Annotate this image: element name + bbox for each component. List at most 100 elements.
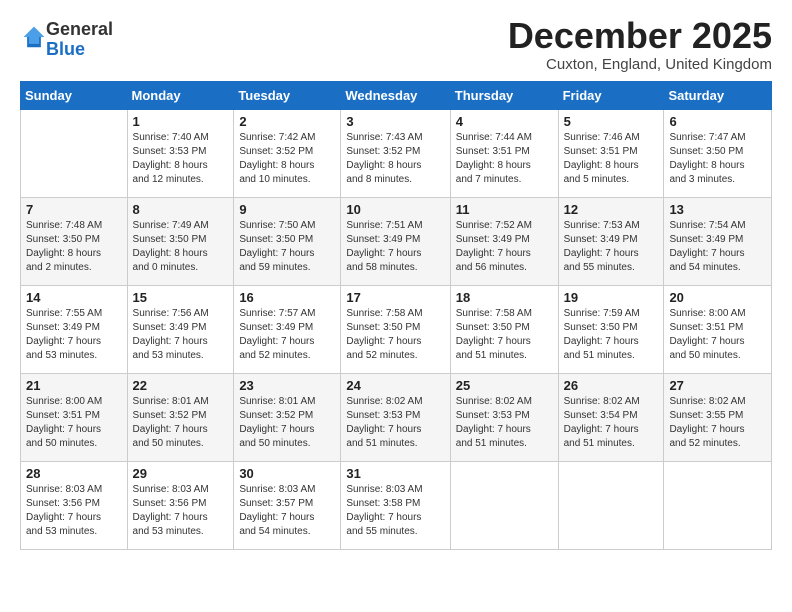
logo-general-text: General bbox=[46, 19, 113, 39]
table-row: 24 Sunrise: 8:02 AM Sunset: 3:53 PM Dayli… bbox=[341, 373, 450, 461]
calendar-table: Sunday Monday Tuesday Wednesday Thursday… bbox=[20, 81, 772, 550]
table-row: 7Sunrise: 7:48 AM Sunset: 3:50 PM Daylig… bbox=[21, 197, 128, 285]
day-info: Sunrise: 8:03 AM Sunset: 3:57 PM Dayligh… bbox=[239, 483, 335, 539]
day-number: 3 bbox=[346, 114, 444, 129]
table-row: 17 Sunrise: 7:58 AM Sunset: 3:50 PM Dayli… bbox=[341, 285, 450, 373]
table-row bbox=[558, 461, 664, 549]
table-row: 2 Sunrise: 7:42 AM Sunset: 3:52 PM Daylig… bbox=[234, 109, 341, 197]
day-number: 17 bbox=[346, 290, 444, 305]
day-number: 4 bbox=[456, 114, 553, 129]
col-monday: Monday bbox=[127, 81, 234, 109]
day-info: Sunrise: 8:02 AM Sunset: 3:54 PM Dayligh… bbox=[564, 395, 659, 451]
col-saturday: Saturday bbox=[664, 81, 772, 109]
table-row: 3Sunrise: 7:43 AM Sunset: 3:52 PM Daylig… bbox=[341, 109, 450, 197]
table-row: 27 Sunrise: 8:02 AM Sunset: 3:55 PM Dayli… bbox=[664, 373, 772, 461]
day-info: Sunrise: 7:48 AM Sunset: 3:50 PM Dayligh… bbox=[26, 219, 122, 275]
day-info: Sunrise: 7:58 AM Sunset: 3:50 PM Dayligh… bbox=[346, 307, 444, 363]
day-number: 23 bbox=[239, 378, 335, 393]
table-row: 29 Sunrise: 8:03 AM Sunset: 3:56 PM Dayli… bbox=[127, 461, 234, 549]
day-info: Sunrise: 7:51 AM Sunset: 3:49 PM Dayligh… bbox=[346, 219, 444, 275]
day-number: 24 bbox=[346, 378, 444, 393]
col-sunday: Sunday bbox=[21, 81, 128, 109]
logo-icon bbox=[22, 25, 46, 49]
day-number: 10 bbox=[346, 202, 444, 217]
day-number: 20 bbox=[669, 290, 766, 305]
calendar-week-row: 7Sunrise: 7:48 AM Sunset: 3:50 PM Daylig… bbox=[21, 197, 772, 285]
day-info: Sunrise: 7:46 AM Sunset: 3:51 PM Dayligh… bbox=[564, 131, 659, 187]
day-info: Sunrise: 7:49 AM Sunset: 3:50 PM Dayligh… bbox=[133, 219, 229, 275]
table-row: 8 Sunrise: 7:49 AM Sunset: 3:50 PM Daylig… bbox=[127, 197, 234, 285]
table-row: 16 Sunrise: 7:57 AM Sunset: 3:49 PM Dayli… bbox=[234, 285, 341, 373]
day-number: 19 bbox=[564, 290, 659, 305]
day-info: Sunrise: 7:59 AM Sunset: 3:50 PM Dayligh… bbox=[564, 307, 659, 363]
table-row: 10 Sunrise: 7:51 AM Sunset: 3:49 PM Dayli… bbox=[341, 197, 450, 285]
day-number: 26 bbox=[564, 378, 659, 393]
day-info: Sunrise: 7:44 AM Sunset: 3:51 PM Dayligh… bbox=[456, 131, 553, 187]
day-info: Sunrise: 7:47 AM Sunset: 3:50 PM Dayligh… bbox=[669, 131, 766, 187]
day-number: 12 bbox=[564, 202, 659, 217]
day-info: Sunrise: 7:57 AM Sunset: 3:49 PM Dayligh… bbox=[239, 307, 335, 363]
day-info: Sunrise: 8:03 AM Sunset: 3:56 PM Dayligh… bbox=[26, 483, 122, 539]
table-row: 4 Sunrise: 7:44 AM Sunset: 3:51 PM Daylig… bbox=[450, 109, 558, 197]
page-container: General Blue December 2025 Cuxton, Engla… bbox=[0, 0, 792, 560]
day-info: Sunrise: 8:01 AM Sunset: 3:52 PM Dayligh… bbox=[133, 395, 229, 451]
day-number: 18 bbox=[456, 290, 553, 305]
table-row: 31 Sunrise: 8:03 AM Sunset: 3:58 PM Dayli… bbox=[341, 461, 450, 549]
day-info: Sunrise: 7:52 AM Sunset: 3:49 PM Dayligh… bbox=[456, 219, 553, 275]
table-row: 9Sunrise: 7:50 AM Sunset: 3:50 PM Daylig… bbox=[234, 197, 341, 285]
day-info: Sunrise: 8:00 AM Sunset: 3:51 PM Dayligh… bbox=[669, 307, 766, 363]
table-row: 22Sunrise: 8:01 AM Sunset: 3:52 PM Dayli… bbox=[127, 373, 234, 461]
col-tuesday: Tuesday bbox=[234, 81, 341, 109]
day-number: 1 bbox=[133, 114, 229, 129]
day-info: Sunrise: 8:02 AM Sunset: 3:53 PM Dayligh… bbox=[456, 395, 553, 451]
day-info: Sunrise: 8:02 AM Sunset: 3:53 PM Dayligh… bbox=[346, 395, 444, 451]
day-number: 25 bbox=[456, 378, 553, 393]
day-info: Sunrise: 7:40 AM Sunset: 3:53 PM Dayligh… bbox=[133, 131, 229, 187]
table-row: 18 Sunrise: 7:58 AM Sunset: 3:50 PM Dayli… bbox=[450, 285, 558, 373]
day-number: 14 bbox=[26, 290, 122, 305]
day-number: 16 bbox=[239, 290, 335, 305]
table-row bbox=[21, 109, 128, 197]
day-info: Sunrise: 7:42 AM Sunset: 3:52 PM Dayligh… bbox=[239, 131, 335, 187]
table-row bbox=[450, 461, 558, 549]
table-row: 11Sunrise: 7:52 AM Sunset: 3:49 PM Dayli… bbox=[450, 197, 558, 285]
day-number: 27 bbox=[669, 378, 766, 393]
table-row: 15Sunrise: 7:56 AM Sunset: 3:49 PM Dayli… bbox=[127, 285, 234, 373]
table-row: 13 Sunrise: 7:54 AM Sunset: 3:49 PM Dayli… bbox=[664, 197, 772, 285]
day-number: 2 bbox=[239, 114, 335, 129]
col-thursday: Thursday bbox=[450, 81, 558, 109]
table-row: 26 Sunrise: 8:02 AM Sunset: 3:54 PM Dayli… bbox=[558, 373, 664, 461]
table-row: 5 Sunrise: 7:46 AM Sunset: 3:51 PM Daylig… bbox=[558, 109, 664, 197]
day-number: 29 bbox=[133, 466, 229, 481]
month-title: December 2025 bbox=[508, 16, 772, 56]
day-info: Sunrise: 7:55 AM Sunset: 3:49 PM Dayligh… bbox=[26, 307, 122, 363]
day-number: 13 bbox=[669, 202, 766, 217]
location: Cuxton, England, United Kingdom bbox=[508, 56, 772, 73]
table-row bbox=[664, 461, 772, 549]
day-number: 9 bbox=[239, 202, 335, 217]
day-number: 21 bbox=[26, 378, 122, 393]
day-info: Sunrise: 7:56 AM Sunset: 3:49 PM Dayligh… bbox=[133, 307, 229, 363]
calendar-week-row: 21Sunrise: 8:00 AM Sunset: 3:51 PM Dayli… bbox=[21, 373, 772, 461]
day-number: 31 bbox=[346, 466, 444, 481]
day-info: Sunrise: 7:54 AM Sunset: 3:49 PM Dayligh… bbox=[669, 219, 766, 275]
logo: General Blue bbox=[20, 20, 113, 60]
calendar-week-row: 28 Sunrise: 8:03 AM Sunset: 3:56 PM Dayli… bbox=[21, 461, 772, 549]
day-number: 5 bbox=[564, 114, 659, 129]
day-info: Sunrise: 8:03 AM Sunset: 3:56 PM Dayligh… bbox=[133, 483, 229, 539]
day-info: Sunrise: 8:01 AM Sunset: 3:52 PM Dayligh… bbox=[239, 395, 335, 451]
table-row: 20 Sunrise: 8:00 AM Sunset: 3:51 PM Dayli… bbox=[664, 285, 772, 373]
day-number: 28 bbox=[26, 466, 122, 481]
col-friday: Friday bbox=[558, 81, 664, 109]
table-row: 1 Sunrise: 7:40 AM Sunset: 3:53 PM Daylig… bbox=[127, 109, 234, 197]
day-info: Sunrise: 8:02 AM Sunset: 3:55 PM Dayligh… bbox=[669, 395, 766, 451]
table-row: 23 Sunrise: 8:01 AM Sunset: 3:52 PM Dayli… bbox=[234, 373, 341, 461]
day-info: Sunrise: 7:58 AM Sunset: 3:50 PM Dayligh… bbox=[456, 307, 553, 363]
day-info: Sunrise: 8:03 AM Sunset: 3:58 PM Dayligh… bbox=[346, 483, 444, 539]
day-number: 6 bbox=[669, 114, 766, 129]
calendar-week-row: 1 Sunrise: 7:40 AM Sunset: 3:53 PM Daylig… bbox=[21, 109, 772, 197]
table-row: 21Sunrise: 8:00 AM Sunset: 3:51 PM Dayli… bbox=[21, 373, 128, 461]
col-wednesday: Wednesday bbox=[341, 81, 450, 109]
day-info: Sunrise: 7:53 AM Sunset: 3:49 PM Dayligh… bbox=[564, 219, 659, 275]
day-number: 8 bbox=[133, 202, 229, 217]
